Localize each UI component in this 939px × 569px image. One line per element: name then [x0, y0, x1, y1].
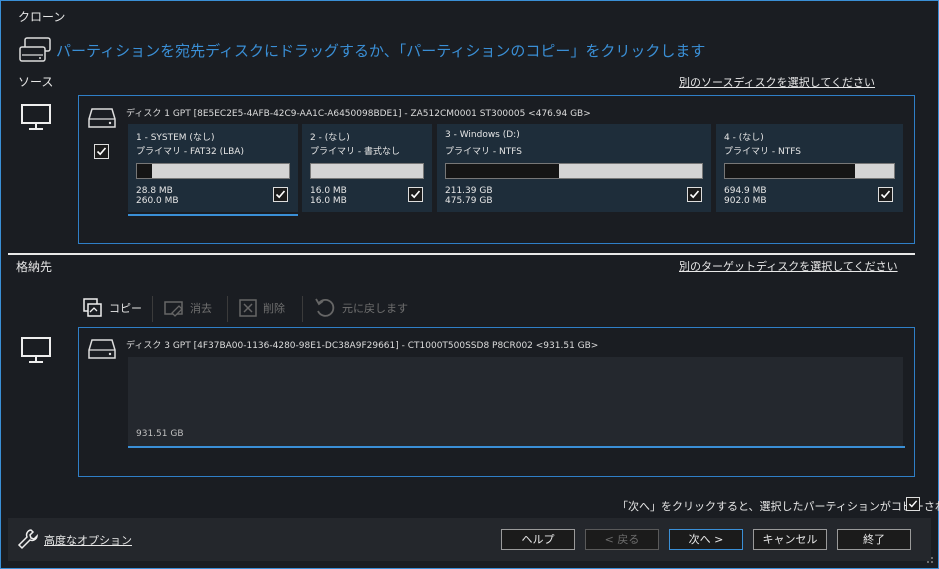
- next-button[interactable]: 次へ >: [669, 529, 743, 550]
- instruction-text: パーティションを宛先ディスクにドラッグするか、「パーティションのコピー」をクリッ…: [56, 42, 706, 60]
- check-icon: [908, 500, 918, 508]
- back-button[interactable]: < 戻る: [585, 529, 659, 550]
- eraser-icon: [164, 301, 183, 317]
- partition-used: 211.39 GB: [445, 186, 493, 196]
- partition-total: 902.0 MB: [724, 196, 767, 206]
- partition-usage-bar: [310, 163, 424, 179]
- source-disk-checkbox[interactable]: [94, 144, 109, 159]
- disk-drive-icon: [87, 106, 117, 133]
- partition-checkbox[interactable]: [273, 187, 288, 202]
- source-partition[interactable]: 3 - Windows (D:) プライマリ - NTFS 211.39 GB …: [437, 124, 711, 212]
- delete-label: 削除: [263, 302, 285, 315]
- source-partition[interactable]: 2 - (なし) プライマリ - 書式なし 16.0 MB 16.0 MB: [302, 124, 432, 212]
- partition-type: プライマリ - FAT32 (LBA): [136, 147, 244, 157]
- toolbar-separator: [152, 296, 153, 322]
- erase-label: 消去: [190, 302, 212, 315]
- partition-type: プライマリ - 書式なし: [310, 147, 400, 157]
- source-disk-header: ディスク 1 GPT [8E5EC2E5-4AFB-42C9-AA1C-A645…: [126, 109, 591, 119]
- partition-name: 3 - Windows (D:): [445, 130, 520, 140]
- notice-checkbox[interactable]: [906, 497, 920, 511]
- partition-used: 28.8 MB: [136, 186, 173, 196]
- partition-usage-fill: [137, 164, 153, 178]
- partition-total: 16.0 MB: [310, 196, 347, 206]
- copy-notice: 「次へ」をクリックすると、選択したパーティションがコピーされます: [617, 500, 939, 513]
- toolbar-separator: [302, 296, 303, 322]
- partition-usage-bar: [724, 163, 895, 179]
- partition-usage-bar: [445, 163, 703, 179]
- partition-used: 16.0 MB: [310, 186, 347, 196]
- partition-checkbox[interactable]: [687, 187, 702, 202]
- resize-grip-icon[interactable]: [922, 552, 934, 567]
- advanced-options-link[interactable]: 高度なオプション: [44, 532, 132, 548]
- check-icon: [410, 190, 421, 199]
- partition-type: プライマリ - NTFS: [445, 147, 522, 157]
- partition-type: プライマリ - NTFS: [724, 147, 801, 157]
- partition-total: 475.79 GB: [445, 196, 493, 206]
- section-divider: [8, 253, 915, 255]
- check-icon: [880, 190, 891, 199]
- computer-icon: [20, 103, 52, 134]
- check-icon: [689, 190, 700, 199]
- wrench-icon: [16, 527, 40, 554]
- partition-name: 4 - (なし): [724, 133, 764, 143]
- cancel-button[interactable]: キャンセル: [753, 529, 827, 550]
- disk-drive-icon: [87, 337, 117, 364]
- window-title: クローン: [18, 10, 66, 24]
- finish-button[interactable]: 終了: [837, 529, 911, 550]
- partition-name: 2 - (なし): [310, 133, 350, 143]
- undo-label: 元に戻します: [342, 302, 408, 315]
- clone-disks-icon: [18, 36, 52, 67]
- select-source-link[interactable]: 別のソースディスクを選択してください: [679, 74, 875, 90]
- copy-label: コピー: [109, 302, 142, 315]
- target-selected-indicator: [128, 446, 905, 448]
- copy-partition-button[interactable]: コピー: [82, 296, 142, 320]
- help-button[interactable]: ヘルプ: [501, 529, 575, 550]
- partition-checkbox[interactable]: [878, 187, 893, 202]
- partition-total: 260.0 MB: [136, 196, 179, 206]
- copy-partition-icon: [83, 298, 102, 317]
- partition-selected-indicator: [128, 214, 298, 216]
- delete-icon: [239, 299, 257, 317]
- free-size: 931.51 GB: [136, 429, 184, 439]
- erase-button[interactable]: 消去: [163, 296, 212, 320]
- check-icon: [275, 190, 286, 199]
- partition-usage-fill: [725, 164, 856, 178]
- toolbar-separator: [227, 296, 228, 322]
- partition-checkbox[interactable]: [408, 187, 423, 202]
- source-partition[interactable]: 1 - SYSTEM (なし) プライマリ - FAT32 (LBA) 28.8…: [128, 124, 298, 216]
- undo-button[interactable]: 元に戻します: [313, 296, 408, 320]
- undo-icon: [315, 298, 335, 317]
- partition-usage-bar: [136, 163, 290, 179]
- source-partition[interactable]: 4 - (なし) プライマリ - NTFS 694.9 MB 902.0 MB: [716, 124, 903, 212]
- source-label: ソース: [18, 75, 54, 89]
- computer-icon: [20, 336, 52, 367]
- select-target-link[interactable]: 別のターゲットディスクを選択してください: [679, 258, 898, 274]
- target-disk-header: ディスク 3 GPT [4F37BA00-1136-4280-98E1-DC38…: [126, 341, 599, 351]
- partition-name: 1 - SYSTEM (なし): [136, 133, 215, 143]
- partition-used: 694.9 MB: [724, 186, 767, 196]
- unallocated-space[interactable]: 931.51 GB: [128, 357, 903, 446]
- destination-label: 格納先: [16, 260, 53, 274]
- delete-button[interactable]: 削除: [238, 296, 285, 320]
- check-icon: [96, 147, 107, 156]
- partition-usage-fill: [446, 164, 559, 178]
